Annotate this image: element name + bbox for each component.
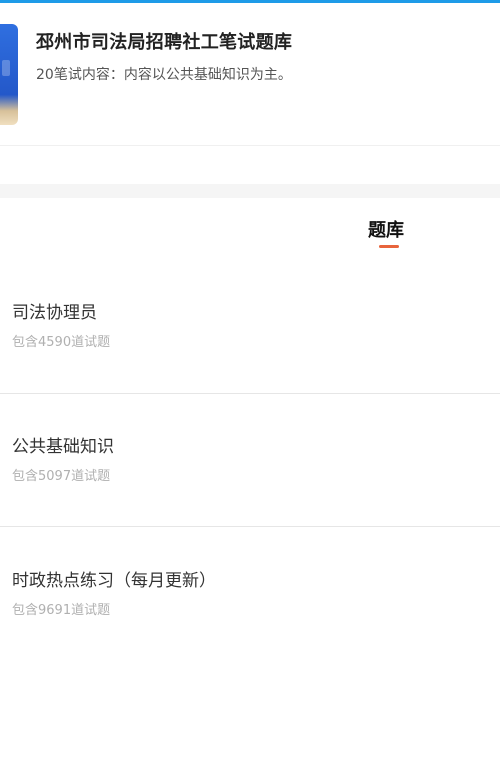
list-item-title: 司法协理员 <box>12 303 97 323</box>
list-item-title: 公共基础知识 <box>12 437 114 457</box>
header-divider <box>0 145 500 146</box>
list-item-title: 时政热点练习（每月更新） <box>12 571 216 591</box>
list-item-question-count: 包含9691道试题 <box>12 603 111 618</box>
list-item-public-knowledge[interactable]: 公共基础知识 包含5097道试题 <box>0 410 500 543</box>
list-item-current-affairs[interactable]: 时政热点练习（每月更新） 包含9691道试题 <box>0 544 500 677</box>
list-item-question-count: 包含4590道试题 <box>12 335 111 350</box>
question-bank-title: 邳州市司法局招聘社工笔试题库 <box>36 32 293 53</box>
question-bank-description: 20笔试内容：内容以公共基础知识为主。 <box>36 67 292 83</box>
cover-glare <box>2 60 10 76</box>
section-gap <box>0 184 500 198</box>
question-bank-cover-image[interactable] <box>0 24 18 125</box>
tab-question-bank[interactable]: 题库 <box>368 216 404 242</box>
top-accent-bar <box>0 0 500 3</box>
list-divider <box>0 393 500 394</box>
list-item-question-count: 包含5097道试题 <box>12 469 111 484</box>
list-divider <box>0 526 500 527</box>
active-tab-indicator <box>379 245 399 248</box>
list-item-judicial-assistant[interactable]: 司法协理员 包含4590道试题 <box>0 276 500 409</box>
